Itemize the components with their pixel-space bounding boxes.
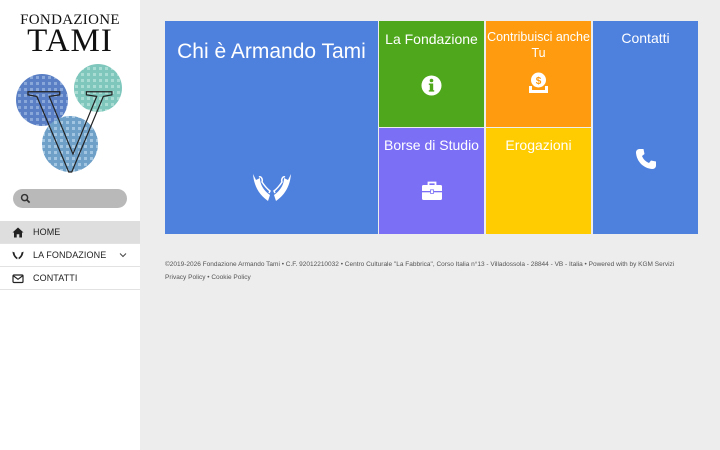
tile-label: Chi è Armando Tami	[177, 40, 366, 63]
tile-erogazioni[interactable]: Erogazioni	[486, 128, 591, 234]
tile-contatti[interactable]: Contatti	[593, 21, 698, 234]
tile-label: Contribuisci anche Tu	[487, 30, 590, 60]
briefcase-icon	[422, 181, 442, 200]
tile-la-fondazione[interactable]: La Fondazione	[379, 21, 484, 127]
phone-icon	[636, 149, 656, 169]
sidebar: FONDAZIONE TAMI V HOME LA FONDAZIONE CON…	[0, 0, 140, 450]
search-icon[interactable]	[20, 193, 31, 204]
hands-icon	[253, 174, 291, 201]
tile-contribuisci-anche-tu[interactable]: Contribuisci anche Tu $	[486, 21, 591, 127]
envelope-icon	[12, 274, 24, 284]
logo-monogram-art: V	[16, 62, 122, 176]
tile-label: Erogazioni	[505, 137, 572, 153]
privacy-policy-link[interactable]: Privacy Policy	[165, 274, 205, 281]
nav-item-contatti[interactable]: CONTATTI	[0, 267, 140, 290]
info-icon	[421, 75, 442, 96]
cookie-policy-link[interactable]: Cookie Policy	[211, 274, 250, 281]
site-logo[interactable]: FONDAZIONE TAMI V	[8, 10, 132, 176]
home-icon	[12, 227, 24, 238]
nav-item-label: HOME	[33, 227, 61, 237]
page-footer: ©2019-2026 Fondazione Armando Tami • C.F…	[165, 258, 705, 284]
tile-borse-di-studio[interactable]: Borse di Studio	[379, 128, 484, 234]
footer-links: Privacy Policy • Cookie Policy	[165, 271, 705, 284]
tile-chi-e-armando-tami[interactable]: Chi è Armando Tami	[165, 21, 378, 234]
hands-icon	[12, 251, 24, 260]
footer-copyright: ©2019-2026 Fondazione Armando Tami • C.F…	[165, 261, 675, 268]
donation-icon: $	[529, 72, 548, 93]
search-input[interactable]	[34, 190, 124, 207]
tile-label: Borse di Studio	[384, 137, 479, 153]
nav-item-label: CONTATTI	[33, 273, 78, 283]
nav-item-la-fondazione[interactable]: LA FONDAZIONE	[0, 244, 140, 267]
chevron-down-icon[interactable]	[119, 251, 127, 259]
tile-label: Contatti	[621, 30, 670, 46]
nav-item-label: LA FONDAZIONE	[33, 250, 107, 260]
tile-label: La Fondazione	[385, 31, 478, 47]
sidebar-nav: HOME LA FONDAZIONE CONTATTI	[0, 221, 140, 290]
svg-text:V: V	[27, 63, 114, 176]
logo-line2: TAMI	[27, 23, 113, 59]
svg-text:$: $	[536, 76, 542, 87]
nav-item-home[interactable]: HOME	[0, 221, 140, 244]
